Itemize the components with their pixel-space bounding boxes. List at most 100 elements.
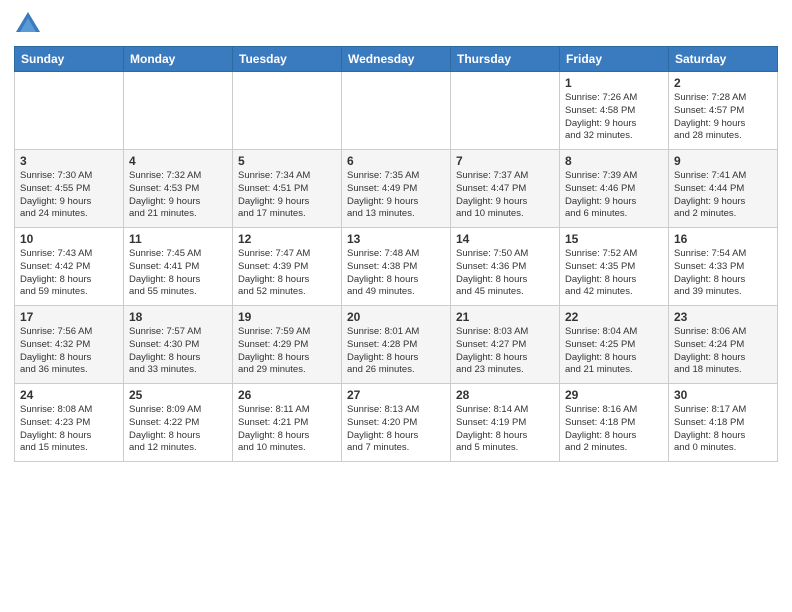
- week-row-5: 24Sunrise: 8:08 AM Sunset: 4:23 PM Dayli…: [15, 384, 778, 462]
- calendar-cell: 27 Sunrise: 8:13 AM Sunset: 4:20 PM Dayli…: [342, 384, 451, 462]
- day-number: 27: [347, 388, 445, 402]
- day-number: 18: [129, 310, 227, 324]
- day-info: Sunrise: 8:01 AM Sunset: 4:28 PM Dayligh…: [347, 326, 445, 377]
- day-number: 9: [674, 154, 772, 168]
- calendar-cell: 12 Sunrise: 7:47 AM Sunset: 4:39 PM Dayli…: [233, 228, 342, 306]
- day-info: Sunrise: 7:47 AM Sunset: 4:39 PM Dayligh…: [238, 248, 336, 299]
- weekday-header-saturday: Saturday: [669, 47, 778, 72]
- calendar-cell: 19 Sunrise: 7:59 AM Sunset: 4:29 PM Dayli…: [233, 306, 342, 384]
- calendar-cell: [451, 72, 560, 150]
- day-number: 13: [347, 232, 445, 246]
- day-info: Sunrise: 7:59 AM Sunset: 4:29 PM Dayligh…: [238, 326, 336, 377]
- day-number: 26: [238, 388, 336, 402]
- day-number: 22: [565, 310, 663, 324]
- calendar-cell: 13 Sunrise: 7:48 AM Sunset: 4:38 PM Dayli…: [342, 228, 451, 306]
- day-info: Sunrise: 7:48 AM Sunset: 4:38 PM Dayligh…: [347, 248, 445, 299]
- calendar-cell: [15, 72, 124, 150]
- page: SundayMondayTuesdayWednesdayThursdayFrid…: [0, 0, 792, 612]
- day-number: 1: [565, 76, 663, 90]
- header: [14, 10, 778, 38]
- day-info: Sunrise: 8:14 AM Sunset: 4:19 PM Dayligh…: [456, 404, 554, 455]
- calendar-cell: 18 Sunrise: 7:57 AM Sunset: 4:30 PM Dayli…: [124, 306, 233, 384]
- day-info: Sunrise: 8:17 AM Sunset: 4:18 PM Dayligh…: [674, 404, 772, 455]
- day-number: 14: [456, 232, 554, 246]
- day-info: Sunrise: 7:28 AM Sunset: 4:57 PM Dayligh…: [674, 92, 772, 143]
- day-number: 30: [674, 388, 772, 402]
- weekday-header-friday: Friday: [560, 47, 669, 72]
- calendar-cell: [124, 72, 233, 150]
- calendar-cell: 3 Sunrise: 7:30 AM Sunset: 4:55 PM Daylig…: [15, 150, 124, 228]
- calendar-cell: 28 Sunrise: 8:14 AM Sunset: 4:19 PM Dayli…: [451, 384, 560, 462]
- weekday-header-monday: Monday: [124, 47, 233, 72]
- day-number: 25: [129, 388, 227, 402]
- calendar-cell: [342, 72, 451, 150]
- weekday-header-tuesday: Tuesday: [233, 47, 342, 72]
- day-number: 4: [129, 154, 227, 168]
- calendar-cell: 26 Sunrise: 8:11 AM Sunset: 4:21 PM Dayli…: [233, 384, 342, 462]
- weekday-header-row: SundayMondayTuesdayWednesdayThursdayFrid…: [15, 47, 778, 72]
- day-info: Sunrise: 7:52 AM Sunset: 4:35 PM Dayligh…: [565, 248, 663, 299]
- day-number: 29: [565, 388, 663, 402]
- day-info: Sunrise: 7:45 AM Sunset: 4:41 PM Dayligh…: [129, 248, 227, 299]
- day-number: 7: [456, 154, 554, 168]
- day-number: 15: [565, 232, 663, 246]
- day-number: 10: [20, 232, 118, 246]
- day-info: Sunrise: 7:34 AM Sunset: 4:51 PM Dayligh…: [238, 170, 336, 221]
- day-number: 23: [674, 310, 772, 324]
- week-row-3: 10Sunrise: 7:43 AM Sunset: 4:42 PM Dayli…: [15, 228, 778, 306]
- day-info: Sunrise: 8:03 AM Sunset: 4:27 PM Dayligh…: [456, 326, 554, 377]
- day-info: Sunrise: 7:39 AM Sunset: 4:46 PM Dayligh…: [565, 170, 663, 221]
- calendar-cell: 17 Sunrise: 7:56 AM Sunset: 4:32 PM Dayli…: [15, 306, 124, 384]
- day-number: 3: [20, 154, 118, 168]
- day-number: 2: [674, 76, 772, 90]
- calendar-cell: 15 Sunrise: 7:52 AM Sunset: 4:35 PM Dayli…: [560, 228, 669, 306]
- day-info: Sunrise: 8:08 AM Sunset: 4:23 PM Dayligh…: [20, 404, 118, 455]
- day-number: 20: [347, 310, 445, 324]
- day-info: Sunrise: 7:26 AM Sunset: 4:58 PM Dayligh…: [565, 92, 663, 143]
- week-row-1: 1 Sunrise: 7:26 AM Sunset: 4:58 PM Daylig…: [15, 72, 778, 150]
- day-number: 21: [456, 310, 554, 324]
- calendar-cell: 14 Sunrise: 7:50 AM Sunset: 4:36 PM Dayli…: [451, 228, 560, 306]
- day-info: Sunrise: 8:06 AM Sunset: 4:24 PM Dayligh…: [674, 326, 772, 377]
- day-number: 19: [238, 310, 336, 324]
- calendar-cell: 7 Sunrise: 7:37 AM Sunset: 4:47 PM Daylig…: [451, 150, 560, 228]
- calendar-cell: 1 Sunrise: 7:26 AM Sunset: 4:58 PM Daylig…: [560, 72, 669, 150]
- weekday-header-sunday: Sunday: [15, 47, 124, 72]
- calendar: SundayMondayTuesdayWednesdayThursdayFrid…: [14, 46, 778, 462]
- logo-icon: [14, 10, 42, 38]
- day-info: Sunrise: 7:32 AM Sunset: 4:53 PM Dayligh…: [129, 170, 227, 221]
- weekday-header-thursday: Thursday: [451, 47, 560, 72]
- calendar-cell: 24Sunrise: 8:08 AM Sunset: 4:23 PM Dayli…: [15, 384, 124, 462]
- calendar-cell: 29 Sunrise: 8:16 AM Sunset: 4:18 PM Dayli…: [560, 384, 669, 462]
- day-info: Sunrise: 7:37 AM Sunset: 4:47 PM Dayligh…: [456, 170, 554, 221]
- logo: [14, 10, 46, 38]
- weekday-header-wednesday: Wednesday: [342, 47, 451, 72]
- calendar-cell: 6Sunrise: 7:35 AM Sunset: 4:49 PM Daylig…: [342, 150, 451, 228]
- day-info: Sunrise: 8:11 AM Sunset: 4:21 PM Dayligh…: [238, 404, 336, 455]
- day-info: Sunrise: 7:57 AM Sunset: 4:30 PM Dayligh…: [129, 326, 227, 377]
- calendar-cell: 9 Sunrise: 7:41 AM Sunset: 4:44 PM Daylig…: [669, 150, 778, 228]
- day-info: Sunrise: 7:30 AM Sunset: 4:55 PM Dayligh…: [20, 170, 118, 221]
- calendar-cell: 22 Sunrise: 8:04 AM Sunset: 4:25 PM Dayli…: [560, 306, 669, 384]
- day-number: 12: [238, 232, 336, 246]
- calendar-cell: 2 Sunrise: 7:28 AM Sunset: 4:57 PM Daylig…: [669, 72, 778, 150]
- day-number: 28: [456, 388, 554, 402]
- day-number: 16: [674, 232, 772, 246]
- calendar-cell: 4 Sunrise: 7:32 AM Sunset: 4:53 PM Daylig…: [124, 150, 233, 228]
- calendar-cell: 5Sunrise: 7:34 AM Sunset: 4:51 PM Daylig…: [233, 150, 342, 228]
- calendar-cell: 20 Sunrise: 8:01 AM Sunset: 4:28 PM Dayli…: [342, 306, 451, 384]
- day-info: Sunrise: 7:56 AM Sunset: 4:32 PM Dayligh…: [20, 326, 118, 377]
- day-number: 6: [347, 154, 445, 168]
- day-info: Sunrise: 7:41 AM Sunset: 4:44 PM Dayligh…: [674, 170, 772, 221]
- calendar-cell: 25 Sunrise: 8:09 AM Sunset: 4:22 PM Dayli…: [124, 384, 233, 462]
- day-number: 11: [129, 232, 227, 246]
- day-info: Sunrise: 8:13 AM Sunset: 4:20 PM Dayligh…: [347, 404, 445, 455]
- day-info: Sunrise: 8:04 AM Sunset: 4:25 PM Dayligh…: [565, 326, 663, 377]
- day-number: 17: [20, 310, 118, 324]
- day-info: Sunrise: 8:16 AM Sunset: 4:18 PM Dayligh…: [565, 404, 663, 455]
- week-row-2: 3 Sunrise: 7:30 AM Sunset: 4:55 PM Daylig…: [15, 150, 778, 228]
- calendar-cell: 21 Sunrise: 8:03 AM Sunset: 4:27 PM Dayli…: [451, 306, 560, 384]
- day-info: Sunrise: 7:50 AM Sunset: 4:36 PM Dayligh…: [456, 248, 554, 299]
- day-info: Sunrise: 7:54 AM Sunset: 4:33 PM Dayligh…: [674, 248, 772, 299]
- day-info: Sunrise: 8:09 AM Sunset: 4:22 PM Dayligh…: [129, 404, 227, 455]
